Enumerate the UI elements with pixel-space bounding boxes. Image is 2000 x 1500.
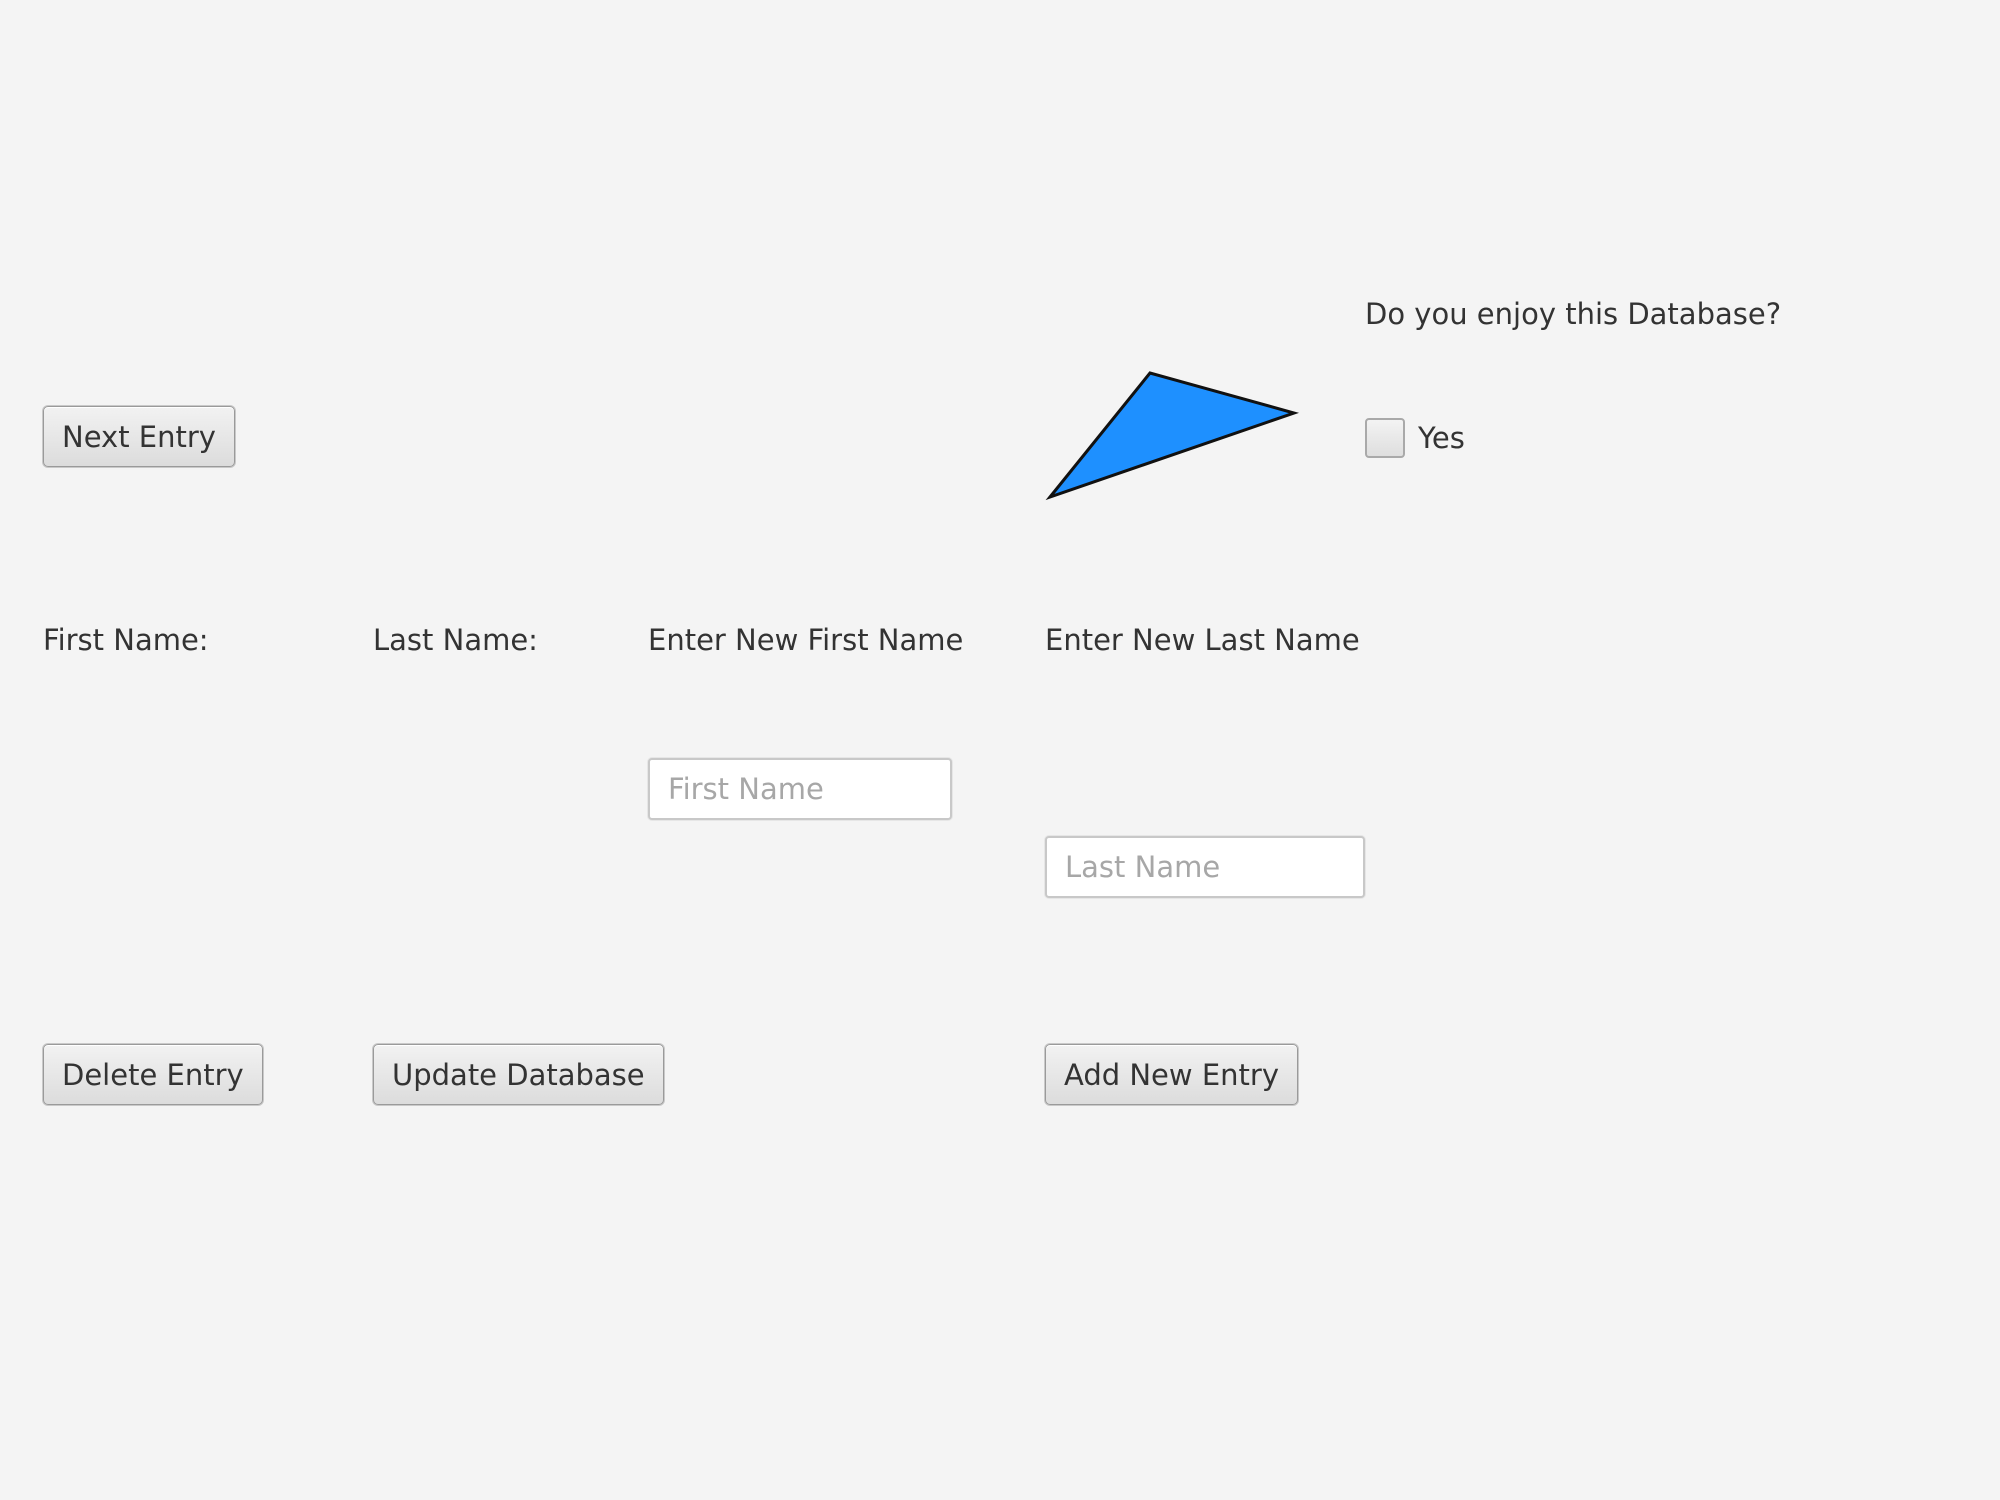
last-name-label: Last Name:: [373, 623, 538, 657]
last-name-input[interactable]: [1045, 836, 1365, 898]
blue-triangle-shape: [1045, 371, 1300, 501]
yes-checkbox-box[interactable]: [1365, 418, 1405, 458]
update-database-button[interactable]: Update Database: [373, 1044, 664, 1105]
first-name-input[interactable]: [648, 758, 952, 820]
first-name-label: First Name:: [43, 623, 209, 657]
new-last-name-label: Enter New Last Name: [1045, 623, 1360, 657]
new-first-name-label: Enter New First Name: [648, 623, 964, 657]
yes-checkbox-label: Yes: [1418, 421, 1465, 455]
survey-question: Do you enjoy this Database?: [1365, 297, 1782, 331]
delete-entry-button[interactable]: Delete Entry: [43, 1044, 263, 1105]
add-new-entry-button[interactable]: Add New Entry: [1045, 1044, 1298, 1105]
next-entry-button[interactable]: Next Entry: [43, 406, 235, 467]
yes-checkbox[interactable]: Yes: [1365, 418, 1465, 458]
